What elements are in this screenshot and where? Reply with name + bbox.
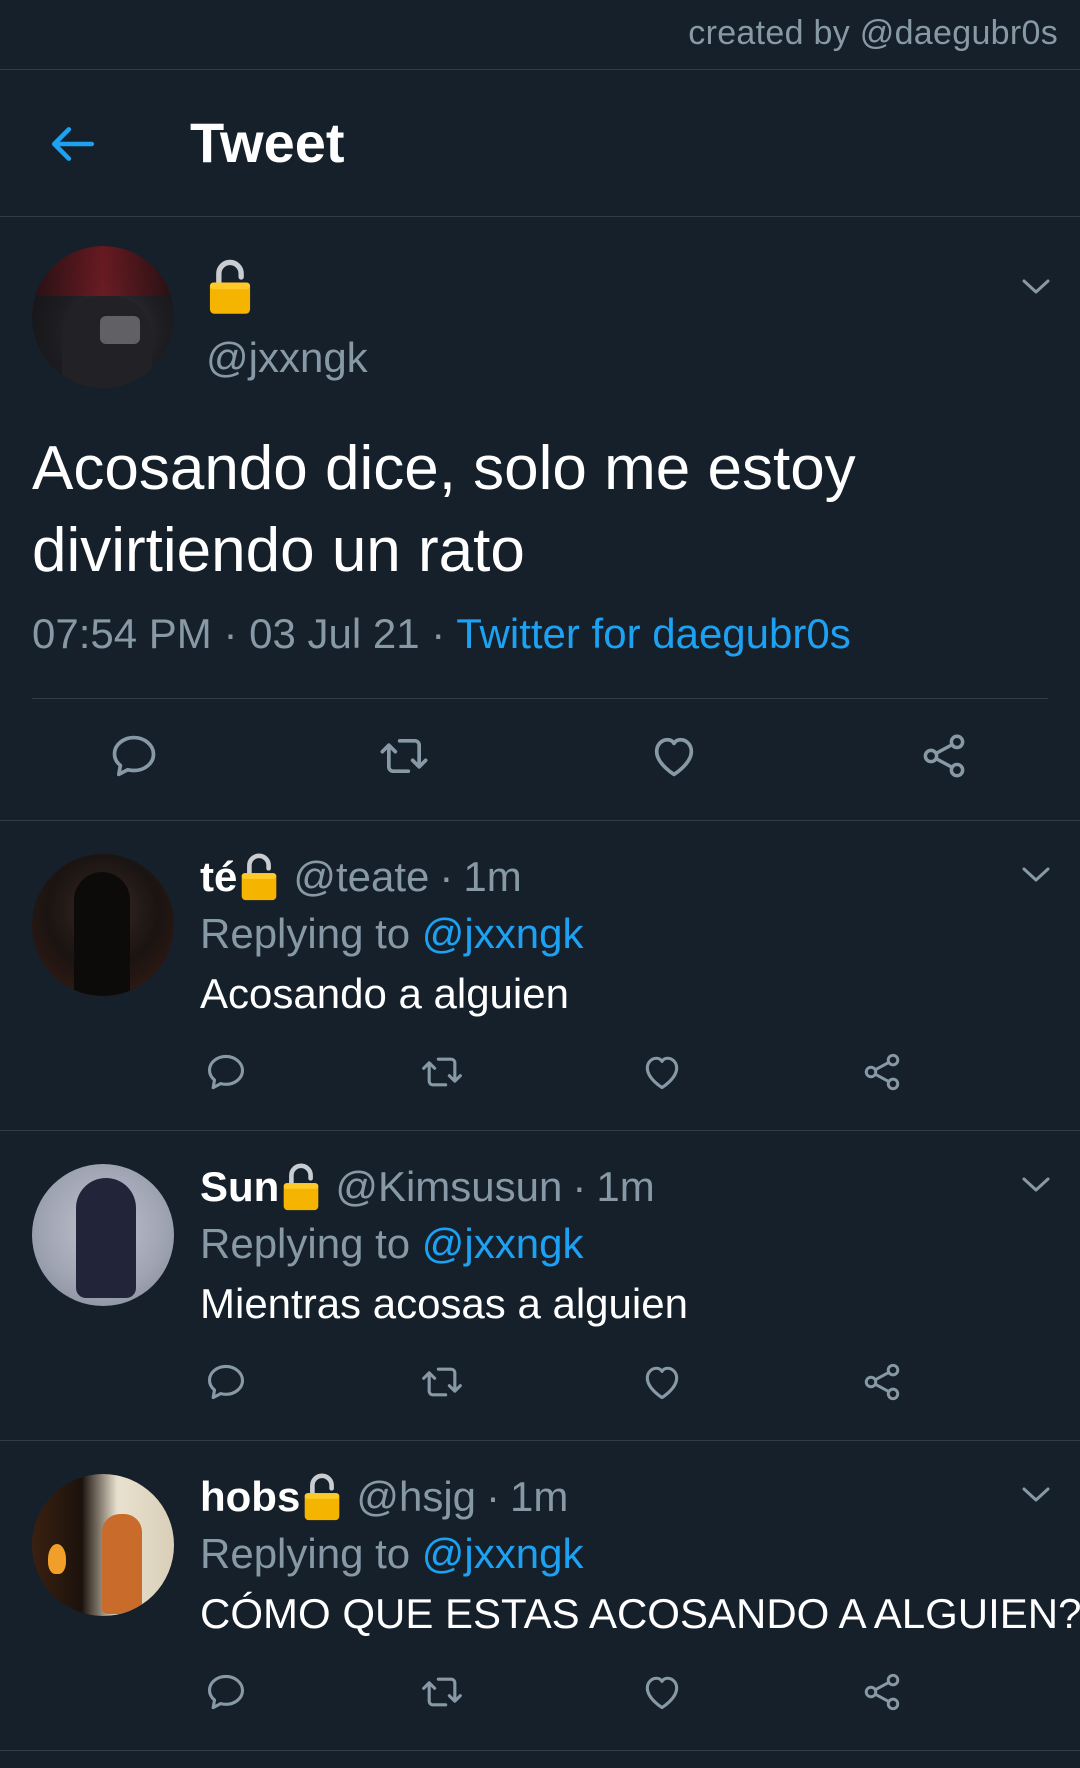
avatar[interactable] [32,854,174,996]
page-title: Tweet [190,111,345,174]
credit-text: created by @daegubr0s [688,14,1058,52]
author-handle[interactable]: @jxxngk [206,334,368,382]
reply-tweet[interactable]: Sun @Kimsusun · 1m Replying to @jxxngk M… [0,1132,1080,1442]
reply-time: 1m [463,853,522,900]
chevron-down-icon[interactable] [1020,864,1052,884]
divider [0,1750,1080,1751]
reply-time: 1m [596,1163,655,1210]
reply-author-handle[interactable]: @teate [293,853,429,901]
reply-text: Mientras acosas a alguien [200,1280,688,1327]
divider [0,820,1080,821]
reply-tweet[interactable]: té @teate · 1m Replying to @jxxngk Acosa… [0,822,1080,1132]
meta-separator: · [223,610,238,657]
meta-separator: · [486,1473,501,1520]
reply-header: té @teate · 1m [200,850,522,904]
reply-author-handle[interactable]: @Kimsusun [335,1163,562,1211]
arrow-left-icon[interactable] [48,119,98,169]
lock-icon [207,258,253,316]
avatar[interactable] [32,1474,174,1616]
like-icon[interactable] [648,730,700,782]
reply-author-name[interactable]: Sun [200,1163,279,1211]
share-icon[interactable] [860,1050,904,1094]
like-icon[interactable] [640,1050,684,1094]
divider [0,1440,1080,1441]
replying-to-label: Replying to [200,910,411,957]
credit-bar: created by @daegubr0s [0,0,1080,70]
replying-to: Replying to @jxxngk [200,910,583,958]
reply-header: hobs @hsjg · 1m [200,1470,568,1524]
like-icon[interactable] [640,1670,684,1714]
retweet-icon[interactable] [378,730,430,782]
divider [32,698,1048,699]
share-icon[interactable] [860,1360,904,1404]
reply-author-handle[interactable]: @hsjg [356,1473,476,1521]
tweet-source-link[interactable]: Twitter for daegubr0s [456,610,851,657]
meta-separator: · [431,610,446,657]
header: Tweet [0,70,1080,217]
meta-separator: · [572,1163,587,1210]
lock-icon [281,1162,321,1212]
reply-time: 1m [510,1473,569,1520]
tweet-time: 07:54 PM [32,610,212,657]
retweet-icon[interactable] [420,1360,464,1404]
chevron-down-icon[interactable] [1020,276,1052,296]
lock-icon [239,852,279,902]
reply-icon[interactable] [204,1670,248,1714]
reply-author-name[interactable]: té [200,853,237,901]
reply-icon[interactable] [108,730,160,782]
tweet-meta: 07:54 PM · 03 Jul 21 · Twitter for daegu… [32,610,851,658]
share-icon[interactable] [918,730,970,782]
reply-icon[interactable] [204,1360,248,1404]
replying-to-label: Replying to [200,1530,411,1577]
lock-icon [302,1472,342,1522]
reply-text: Acosando a alguien [200,970,569,1017]
chevron-down-icon[interactable] [1020,1484,1052,1504]
divider [0,1130,1080,1131]
replying-to-label: Replying to [200,1220,411,1267]
replying-to: Replying to @jxxngk [200,1530,583,1578]
reply-icon[interactable] [204,1050,248,1094]
replying-to-link[interactable]: @jxxngk [422,910,584,957]
reply-tweet[interactable]: hobs @hsjg · 1m Replying to @jxxngk CÓMO… [0,1442,1080,1752]
chevron-down-icon[interactable] [1020,1174,1052,1194]
replying-to-link[interactable]: @jxxngk [422,1530,584,1577]
reply-text: CÓMO QUE ESTAS ACOSANDO A ALGUIEN? [200,1590,1080,1637]
avatar[interactable] [32,246,174,388]
retweet-icon[interactable] [420,1670,464,1714]
meta-separator: · [439,853,454,900]
retweet-icon[interactable] [420,1050,464,1094]
replying-to-link[interactable]: @jxxngk [422,1220,584,1267]
tweet-date: 03 Jul 21 [249,610,420,657]
reply-header: Sun @Kimsusun · 1m [200,1160,655,1214]
replying-to: Replying to @jxxngk [200,1220,583,1268]
share-icon[interactable] [860,1670,904,1714]
reply-author-name[interactable]: hobs [200,1473,300,1521]
tweet-text: Acosando dice, solo me estoy divirtiendo… [32,434,856,585]
like-icon[interactable] [640,1360,684,1404]
avatar[interactable] [32,1164,174,1306]
